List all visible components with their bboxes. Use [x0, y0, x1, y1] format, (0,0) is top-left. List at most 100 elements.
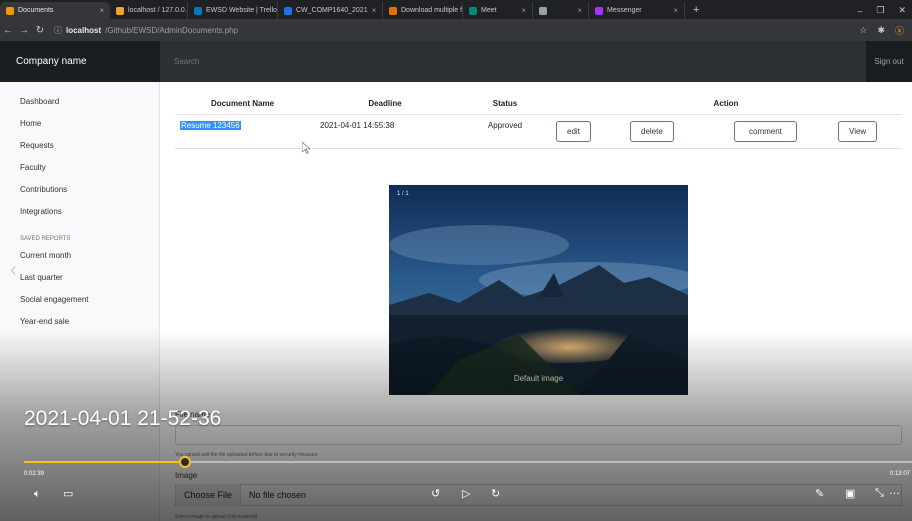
- column-header-status: Status: [460, 94, 550, 115]
- browser-address-bar: ← → ↻ ⓘ localhost/Github/EWSD/AdminDocum…: [0, 19, 912, 41]
- choose-file-button[interactable]: Choose File: [176, 484, 242, 506]
- column-header-deadline: Deadline: [310, 94, 460, 115]
- image-file-input[interactable]: Choose File No file chosen: [175, 484, 902, 506]
- deadline-cell: 2021-04-01 14:55:38: [310, 114, 460, 149]
- tab-favicon-icon: [595, 6, 603, 15]
- documents-table: Document Name Deadline Status Action Res…: [175, 94, 902, 149]
- new-tab-button[interactable]: +: [685, 2, 707, 19]
- captions-icon[interactable]: ▭: [63, 487, 73, 500]
- comment-button[interactable]: comment: [734, 120, 797, 142]
- sidebar-item-faculty[interactable]: Faculty: [0, 158, 159, 180]
- delete-button[interactable]: delete: [630, 120, 674, 142]
- profile-avatar-icon[interactable]: ⓧ: [895, 24, 904, 37]
- column-header-action: Action: [550, 94, 902, 115]
- browser-tab[interactable]: localhost / 127.0.0.1 /×: [110, 2, 188, 19]
- browser-tab[interactable]: EWSD Website | Trello×: [188, 2, 278, 19]
- browser-tab[interactable]: Messenger ×: [589, 2, 685, 19]
- browser-tab-strip: Documents×localhost / 127.0.0.1 /×EWSD W…: [0, 0, 912, 19]
- sidebar-item-home[interactable]: Home: [0, 114, 159, 136]
- image-label: Image: [175, 471, 198, 480]
- document-image: 1 / 1 Default image: [389, 185, 688, 395]
- url-field[interactable]: ⓘ localhost/Github/EWSD/AdminDocuments.p…: [54, 25, 238, 36]
- close-tab-icon[interactable]: ×: [577, 6, 582, 15]
- video-title: 2021-04-01 21-52-36: [24, 407, 222, 430]
- close-tab-icon[interactable]: ×: [99, 6, 104, 15]
- view-button[interactable]: View: [838, 120, 878, 142]
- sidebar-item-last-quarter[interactable]: Last quarter: [0, 268, 159, 290]
- sidebar-item-current-month[interactable]: Current month: [0, 246, 159, 268]
- current-time: 0:02:39: [24, 471, 45, 477]
- chevron-left-icon[interactable]: ‹: [10, 259, 17, 282]
- table-row: Resume 123456 2021-04-01 14:55:38 Approv…: [175, 114, 902, 149]
- document-name-cell[interactable]: Resume 123456: [180, 120, 241, 130]
- sidebar: Dashboard Home Requests Faculty Contribu…: [0, 82, 160, 521]
- sign-out-link[interactable]: Sign out: [866, 41, 912, 82]
- image-help: Select image to upload (not required): [175, 514, 258, 520]
- sidebar-item-integrations[interactable]: Integrations: [0, 202, 159, 224]
- more-options-icon[interactable]: …: [889, 485, 900, 497]
- browser-tab[interactable]: Meet ×: [463, 2, 533, 19]
- search-input[interactable]: Search: [160, 41, 866, 82]
- saved-reports-heading: SAVED REPORTS: [20, 236, 71, 242]
- rewind-10-icon[interactable]: ↺: [431, 487, 440, 500]
- bookmark-star-icon[interactable]: ☆: [859, 25, 867, 36]
- column-header-document-name: Document Name: [175, 94, 310, 115]
- tab-title: Messenger: [607, 7, 642, 14]
- edit-button[interactable]: edit: [556, 120, 591, 142]
- seek-bar[interactable]: [24, 456, 912, 468]
- tab-title: Meet: [481, 7, 497, 14]
- back-icon[interactable]: ←: [0, 25, 16, 36]
- seek-bar-thumb[interactable]: [178, 456, 191, 468]
- mouse-cursor-icon: [302, 142, 310, 154]
- tab-title: CW_COMP1640_2021: [296, 7, 368, 14]
- browser-tab[interactable]: CW_COMP1640_2021 ×: [278, 2, 383, 19]
- file-name-input[interactable]: [175, 425, 902, 445]
- tab-title: localhost / 127.0.0.1 /: [128, 7, 188, 14]
- maximize-icon[interactable]: ❐: [876, 5, 884, 16]
- tab-favicon-icon: [389, 6, 397, 15]
- edit-pen-icon[interactable]: ✎: [815, 487, 824, 500]
- browser-tab[interactable]: Documents ×: [0, 2, 110, 19]
- image-counter: 1 / 1: [397, 191, 409, 197]
- minimize-icon[interactable]: –: [857, 6, 862, 16]
- sidebar-item-dashboard[interactable]: Dashboard: [0, 92, 159, 114]
- close-tab-icon[interactable]: ×: [673, 6, 678, 15]
- sidebar-item-year-end-sale[interactable]: Year-end sale: [0, 312, 159, 334]
- sidebar-item-social-engagement[interactable]: Social engagement: [0, 290, 159, 312]
- sidebar-item-requests[interactable]: Requests: [0, 136, 159, 158]
- exit-fullscreen-icon[interactable]: ⤡: [875, 487, 884, 500]
- video-duration: 0:13:07: [889, 471, 910, 477]
- tab-title: Download multiple fil: [401, 7, 463, 14]
- city-night-photo: [389, 185, 688, 395]
- volume-icon[interactable]: 🔈︎: [34, 488, 41, 501]
- tab-favicon-icon: [539, 6, 547, 15]
- info-icon[interactable]: ⓘ: [54, 25, 62, 36]
- main-content: Document Name Deadline Status Action Res…: [160, 82, 912, 521]
- tab-favicon-icon: [194, 6, 202, 15]
- forward-icon[interactable]: →: [16, 25, 32, 36]
- brand-name[interactable]: Company name: [0, 41, 160, 82]
- forward-30-icon[interactable]: ↻: [491, 487, 500, 500]
- file-name-help: You cannot edit the file uploaded before…: [175, 452, 318, 458]
- tab-favicon-icon: [6, 6, 14, 15]
- tab-title: Documents: [18, 7, 54, 14]
- reload-icon[interactable]: ↻: [32, 25, 48, 36]
- status-cell: Approved: [460, 114, 550, 149]
- close-tab-icon[interactable]: ×: [372, 6, 377, 15]
- app-navbar: Company name Search Sign out: [0, 41, 912, 82]
- tab-favicon-icon: [469, 6, 477, 15]
- mini-player-icon[interactable]: ▣: [845, 487, 855, 500]
- url-host: localhost: [66, 25, 102, 35]
- sidebar-item-contributions[interactable]: Contributions: [0, 180, 159, 202]
- close-window-icon[interactable]: ✕: [898, 5, 906, 16]
- play-icon[interactable]: ▷: [462, 487, 470, 500]
- tab-favicon-icon: [116, 6, 124, 15]
- tab-title: EWSD Website | Trello: [206, 7, 277, 14]
- close-tab-icon[interactable]: ×: [521, 6, 526, 15]
- extensions-icon[interactable]: ✱: [877, 25, 885, 36]
- browser-tab[interactable]: Download multiple fil×: [383, 2, 463, 19]
- tab-favicon-icon: [284, 6, 292, 15]
- image-caption: Default image: [513, 374, 564, 383]
- no-file-chosen-text: No file chosen: [249, 490, 307, 500]
- browser-tab[interactable]: ×: [533, 2, 589, 19]
